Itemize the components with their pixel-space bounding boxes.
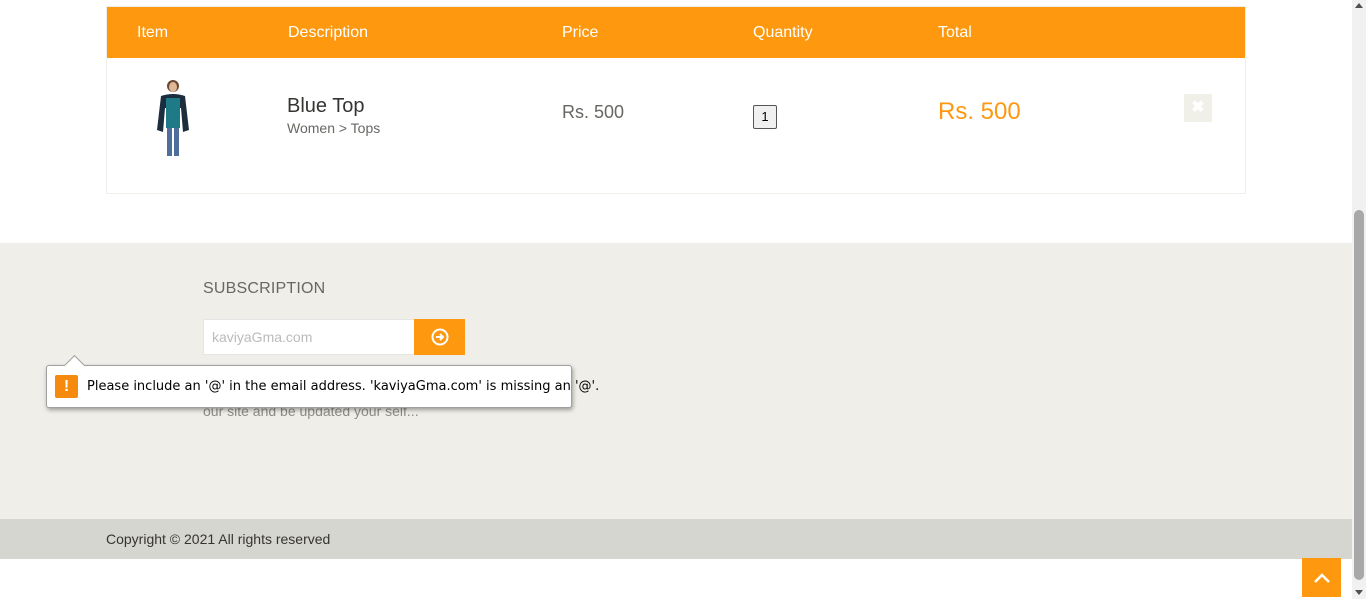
product-name[interactable]: Blue Top [287,95,364,118]
header-item: Item [137,24,169,41]
subscription-title: SUBSCRIPTION [203,280,326,297]
validation-tooltip: ! Please include an '@' in the email add… [46,365,599,408]
quantity-button[interactable]: 1 [753,105,777,129]
header-total: Total [938,24,972,41]
header-description: Description [288,24,369,41]
scroll-up-arrow-icon[interactable] [1355,3,1363,8]
subscribe-button[interactable] [414,319,465,355]
scrollbar-thumb[interactable] [1354,210,1364,580]
product-total: Rs. 500 [938,98,1021,125]
copyright-text: Copyright © 2021 All rights reserved [106,531,331,547]
header-price: Price [562,24,599,41]
product-price: Rs. 500 [562,102,625,122]
arrow-circle-right-icon [431,328,448,346]
product-category: Women > Tops [287,120,381,136]
footer-bottom: Copyright © 2021 All rights reserved [0,519,1352,559]
validation-message: Please include an '@' in the email addre… [87,379,600,394]
exclamation-icon: ! [55,375,78,398]
scroll-down-arrow-icon[interactable] [1355,590,1363,595]
scroll-up-button[interactable] [1302,558,1341,597]
page: Item Description Price Quantity Total Bl… [0,0,1366,599]
header-quantity: Quantity [753,24,813,41]
cart-table: Item Description Price Quantity Total Bl… [106,6,1246,194]
email-input[interactable]: kaviyaGma.com [203,319,415,355]
chevron-up-icon [1313,572,1330,583]
close-icon: ✖ [1191,99,1205,116]
product-image[interactable] [145,78,201,160]
delete-item-button[interactable]: ✖ [1184,94,1212,122]
scrollbar[interactable] [1352,0,1366,599]
cart-table-header: Item Description Price Quantity Total [107,7,1245,58]
table-row: Blue Top Women > Tops Rs. 500 1 Rs. 500 … [107,58,1245,194]
